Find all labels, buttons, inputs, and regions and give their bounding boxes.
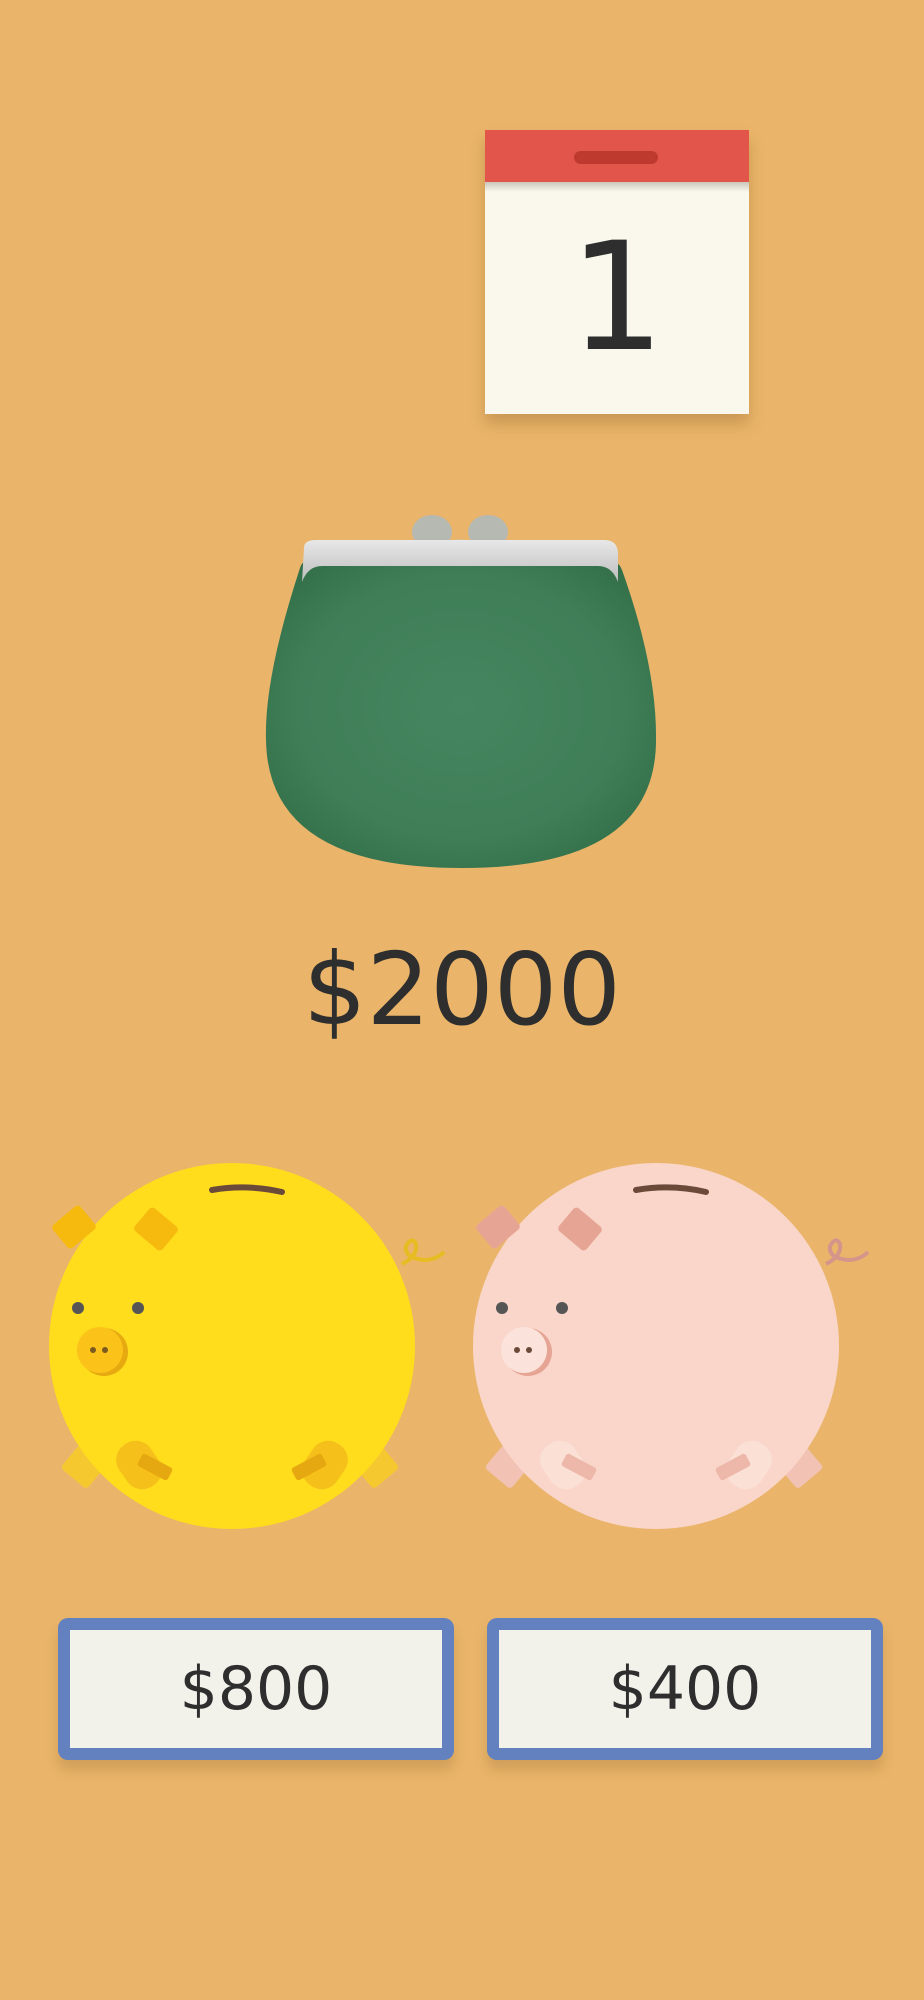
piggy-bank-pink-icon[interactable] xyxy=(466,1160,886,1540)
piggy-bank-yellow-icon[interactable] xyxy=(42,1160,462,1540)
purse-icon[interactable] xyxy=(262,508,658,882)
calendar: 1 xyxy=(485,130,749,414)
wallet-amount: $2000 xyxy=(302,931,622,1048)
calendar-binding xyxy=(574,151,658,164)
yellow-pig-amount-button[interactable]: $800 xyxy=(58,1618,454,1760)
pink-pig-amount-button[interactable]: $400 xyxy=(487,1618,883,1760)
calendar-day: 1 xyxy=(569,211,665,385)
